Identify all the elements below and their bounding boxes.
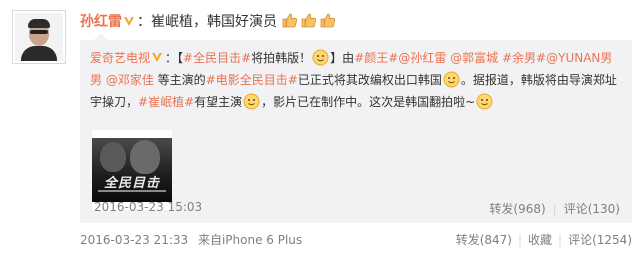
topic-or-mention-link[interactable]: @郭富城 [450, 51, 498, 65]
topic-or-mention-link[interactable]: @孙红雷 [398, 51, 446, 65]
repost-forward-link[interactable]: 转发(968) [489, 202, 545, 216]
emoji-icon [312, 49, 329, 66]
repost-image-thumbnail[interactable]: 全民目击 [92, 130, 172, 210]
divider: | [517, 233, 523, 247]
repost-comment-link[interactable]: 评论(130) [564, 202, 620, 216]
repost-box: 爱奇艺电视 ：【#全民目击#将拍韩版！ 】由#颜王#@孙红雷 @郭富城 #余男#@Y… [80, 33, 632, 223]
topic-or-mention-link[interactable]: #颜王# [354, 51, 398, 65]
emoji-icon [476, 93, 493, 110]
repost-text-segment: ，影片已在制作中。这次是韩国翻拍啦~ [261, 95, 476, 109]
thumbs-up-icons [281, 12, 338, 35]
thumbs-up-icon [319, 12, 337, 29]
post-meta: 2016-03-23 21:33 来自iPhone 6 Plus [80, 231, 302, 248]
post-header: 孙红雷 ：崔岷植，韩国好演员 [80, 12, 632, 35]
repost-text-segment: 等主演的 [153, 73, 206, 87]
topic-or-mention-link[interactable]: #电影全民目击# [206, 73, 298, 87]
repost-arrow [94, 33, 108, 40]
thumbs-up-icon [300, 12, 318, 29]
repost-text-segment: ：【 [165, 51, 184, 65]
emoji-icon [243, 93, 260, 110]
emoji-icon [443, 71, 460, 88]
avatar[interactable] [12, 10, 66, 64]
repost-actions: 转发(968) | 评论(130) [489, 200, 620, 217]
repost-text-segment: 已正式将其改编权出口韩国 [297, 73, 442, 87]
topic-or-mention-link[interactable]: #崔岷植# [138, 95, 194, 109]
repost-text-segment: 将拍韩版！ [251, 51, 312, 65]
post-timestamp[interactable]: 2016-03-23 21:33 [80, 233, 188, 247]
repost-text-segment: 有望主演 [194, 95, 243, 109]
post-actions: 转发(847) | 收藏 | 评论(1254) [456, 231, 632, 248]
divider: | [558, 233, 563, 247]
post-content: 孙红雷 ：崔岷植，韩国好演员 [80, 12, 632, 35]
repost-text-segment: 】由 [330, 51, 355, 65]
repost-timestamp[interactable]: 2016-03-23 15:03 [94, 200, 202, 214]
topic-or-mention-link[interactable]: #余男# [502, 51, 546, 65]
post-author-link[interactable]: 孙红雷 [80, 14, 122, 30]
thumbs-up-icon [281, 12, 299, 29]
verified-v-icon [152, 53, 163, 62]
topic-or-mention-link[interactable]: @邓家佳 [106, 73, 154, 87]
movie-poster: 全民目击 [92, 138, 172, 202]
verified-v-icon [124, 17, 134, 26]
collect-link[interactable]: 收藏 [528, 233, 552, 247]
forward-link[interactable]: 转发(847) [456, 233, 512, 247]
repost-author-link[interactable]: 爱奇艺电视 [90, 51, 150, 65]
post-source[interactable]: 来自iPhone 6 Plus [198, 233, 302, 247]
repost-text: 爱奇艺电视 ：【#全民目击#将拍韩版！ 】由#颜王#@孙红雷 @郭富城 #余男#@Y… [90, 47, 620, 113]
divider: | [552, 202, 557, 216]
post-text: ：崔岷植，韩国好演员 [137, 14, 277, 30]
comment-link[interactable]: 评论(1254) [568, 233, 632, 247]
poster-title: 全民目击 [103, 176, 160, 191]
topic-or-mention-link[interactable]: #全民目击# [183, 51, 251, 65]
